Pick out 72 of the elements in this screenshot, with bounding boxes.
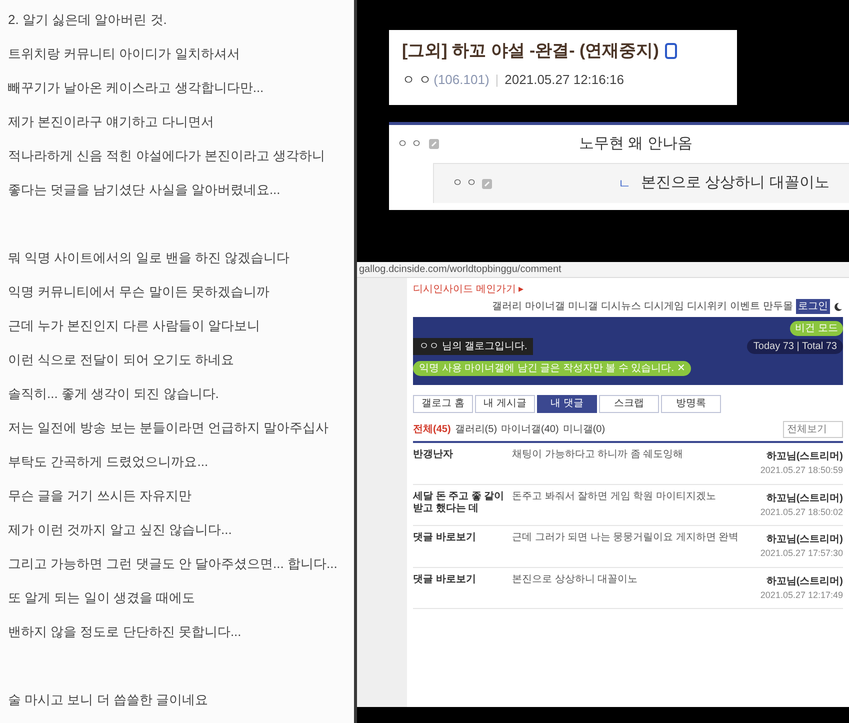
- comment-date: 2021.05.27 17:57:30: [760, 547, 843, 560]
- comment-post-title[interactable]: 댓글 바로보기: [413, 574, 508, 602]
- gallog-greeting: ㅇㅇ 님의 갤로그입니다.: [413, 338, 534, 355]
- post-text-line: 무슨 글을 거기 쓰시든 자유지만: [8, 487, 192, 505]
- post-text-line: 저는 일전에 방송 보는 분들이라면 언급하지 말아주십사: [8, 419, 330, 437]
- nav-link[interactable]: 갤러리: [492, 299, 522, 314]
- post-text-line: 술 마시고 보니 더 씁쓸한 글이네요: [8, 691, 210, 709]
- comment-content: 돈주고 봐줘서 잘하면 게임 학원 마이티지겠노: [512, 490, 717, 504]
- post-text-line: 솔직히... 좋게 생각이 되진 않습니다.: [8, 385, 220, 403]
- comment-author: 하꼬님(스트리머): [766, 492, 843, 506]
- post-text-line: 익명 커뮤니티에서 무슨 말이든 못하겠습니까: [8, 283, 270, 301]
- comment-post-title[interactable]: 반갱난자: [413, 449, 508, 478]
- comment-date: 2021.05.27 18:50:02: [760, 506, 843, 518]
- post-text-line: 2. 알기 싫은데 알아버린 것.: [8, 11, 168, 29]
- comment-post-title[interactable]: 댓글 바로보기: [413, 532, 508, 560]
- filter-link[interactable]: 미니갤(0): [562, 422, 606, 437]
- author-ip: (106.101): [434, 70, 490, 89]
- comment-author: 하꼬님(스트리머): [766, 574, 843, 588]
- comment-content: 근데 그러가 되면 나는 뭉뭉거릴이요 게지하면 완벽: [512, 532, 740, 545]
- separator: |: [495, 70, 499, 89]
- view-select[interactable]: 전체보기: [783, 421, 843, 438]
- post-text-line: 그리고 가능하면 그런 댓글도 안 달아주셨으면... 합니다...: [8, 555, 338, 573]
- comment-content: 본진으로 상상하니 대꼴이노: [512, 574, 639, 586]
- visit-counter: Today 73 | Total 73: [747, 339, 843, 354]
- comment-author: 하꼬님(스트리머): [766, 450, 843, 464]
- comment-author: 하꼬님(스트리머): [766, 533, 843, 547]
- post-text-line: 뭐 익명 사이트에서의 일로 밴을 하진 않겠습니다: [8, 249, 291, 267]
- post-text-line: 트위치랑 커뮤니티 아이디가 일치하셔서: [8, 45, 241, 63]
- nav-link[interactable]: 디시위키: [687, 299, 727, 314]
- nav-link[interactable]: 마이너갤: [525, 299, 565, 314]
- post-text-line: 또 알게 되는 일이 생겼을 때에도: [8, 589, 196, 607]
- nav-link[interactable]: 미니갤: [568, 299, 598, 314]
- comment-date: 2021.05.27 18:50:59: [760, 464, 843, 477]
- filter-link[interactable]: 갤러리(5): [454, 422, 498, 437]
- phone-icon: [664, 42, 677, 59]
- post-text-line: 근데 누가 본진인지 다른 사람들이 알다보니: [8, 317, 262, 335]
- post-text-line: 적나라하게 신음 적힌 야설에다가 본진이라고 생각하니: [8, 147, 326, 165]
- gallog-tab[interactable]: 갤로그 홈: [413, 395, 473, 413]
- comment-content: 채팅이 가능하다고 하니까 좀 쉐도잉해: [512, 449, 684, 462]
- comment-text: 노무현 왜 안나옴: [579, 134, 692, 154]
- reply-marker: ㄴ: [618, 174, 631, 193]
- post-text-line: 밴하지 않을 정도로 단단하진 못합니다...: [8, 623, 242, 641]
- nav-link[interactable]: 이벤트: [730, 299, 760, 314]
- nav-link[interactable]: 디시게임: [644, 299, 684, 314]
- post-text-line: 빼꾸기가 날아온 케이스라고 생각합니다만...: [8, 79, 265, 97]
- filter-link[interactable]: 전체(45): [413, 422, 451, 437]
- nickname-icon: [482, 178, 492, 188]
- comment-post-title[interactable]: 세달 돈 주고 좋 같이 받고 했다는 데: [413, 490, 508, 519]
- post-text-line: 이런 식으로 전달이 되어 오기도 하네요: [8, 351, 236, 369]
- nav-link[interactable]: 디시뉴스: [601, 299, 641, 314]
- post-text-line: 부탁도 간곡하게 드렸었으니까요...: [8, 453, 210, 471]
- gallog-tab[interactable]: 스크랩: [599, 395, 659, 413]
- post-text-line: 좋다는 덧글을 남기셨단 사실을 알아버렸네요...: [8, 181, 282, 199]
- reply-author: ㅇ ㅇ: [452, 176, 478, 192]
- filter-link[interactable]: 마이너갤(40): [501, 422, 559, 437]
- main-site-link[interactable]: 디시인사이드 메인가기 ▸: [413, 282, 524, 297]
- comment-author: ㅇ ㅇ: [397, 136, 424, 152]
- reply-text: 본진으로 상상하니 대꼴이노: [641, 173, 830, 194]
- comment-date: 2021.05.27 12:17:49: [760, 588, 843, 602]
- post-title: [그외] 하꼬 야설 -완결- (연재중지): [402, 40, 659, 62]
- post-date: 2021.05.27 12:16:16: [504, 70, 624, 88]
- moon-icon[interactable]: [833, 302, 843, 312]
- gallog-tab[interactable]: 내 댓글: [537, 395, 597, 413]
- address-bar[interactable]: gallog.dcinside.com/worldtopbinggu/comment: [357, 262, 849, 278]
- nav-link[interactable]: 만두몰: [763, 299, 793, 314]
- nickname-icon: [429, 139, 439, 149]
- author-name: ㅇ ㅇ: [402, 70, 432, 88]
- post-text-line: 제가 이런 것까지 알고 싶진 않습니다...: [8, 521, 233, 539]
- post-text-line: 제가 본진이라구 얘기하고 다니면서: [8, 113, 215, 131]
- gallog-tab[interactable]: 방명록: [661, 395, 721, 413]
- gallog-tab[interactable]: 내 게시글: [475, 395, 535, 413]
- notice-pill: 익명 사용 마이너갤에 남긴 글은 작성자만 볼 수 있습니다. ✕: [413, 361, 691, 376]
